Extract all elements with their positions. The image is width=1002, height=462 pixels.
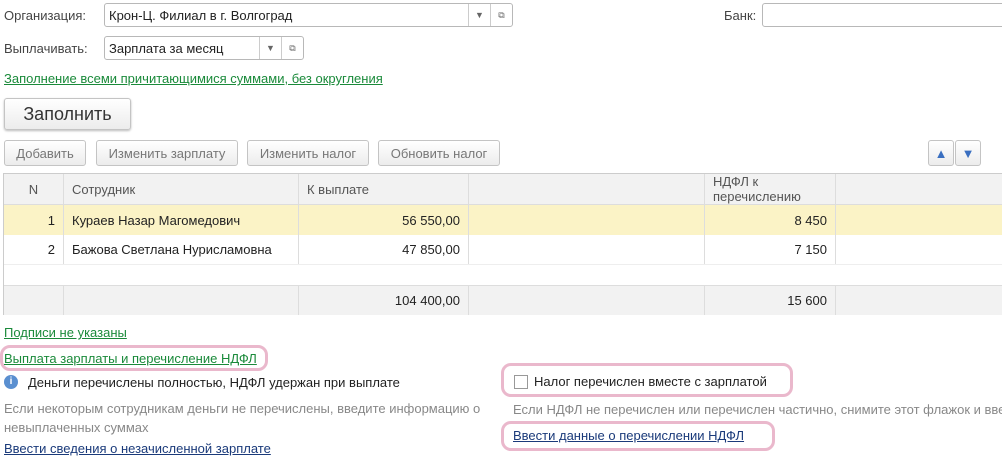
header-amount[interactable]: К выплате: [299, 174, 469, 204]
header-ndfl[interactable]: НДФЛ к перечислению: [705, 174, 836, 204]
move-down-button[interactable]: ▼: [955, 140, 981, 166]
cell-empty: [469, 205, 705, 235]
info-text: Деньги перечислены полностью, НДФЛ удерж…: [28, 375, 400, 390]
arrow-up-icon: ▲: [934, 145, 948, 161]
hint-right: Если НДФЛ не перечислен или перечислен ч…: [513, 402, 1002, 417]
open-icon[interactable]: ⧉: [281, 37, 303, 59]
update-tax-button[interactable]: Обновить налог: [378, 140, 500, 166]
total-amount: 104 400,00: [299, 286, 469, 315]
header-n[interactable]: N: [4, 174, 64, 204]
pay-label: Выплачивать:: [4, 41, 88, 56]
employees-table: N Сотрудник К выплате НДФЛ к перечислени…: [3, 173, 1002, 315]
pay-type-field[interactable]: Зарплата за месяц ▼ ⧉: [104, 36, 304, 60]
organization-value: Крон-Ц. Филиал в г. Волгоград: [109, 7, 293, 23]
header-empty: [469, 174, 705, 204]
tax-with-salary-checkbox[interactable]: Налог перечислен вместе с зарплатой: [514, 374, 767, 389]
bank-label: Банк:: [724, 8, 757, 23]
signatures-link[interactable]: Подписи не указаны: [4, 325, 127, 340]
footer-empty: [64, 286, 299, 315]
move-up-button[interactable]: ▲: [928, 140, 954, 166]
table-row[interactable]: 2 Бажова Светлана Нурисламовна 47 850,00…: [4, 235, 1002, 265]
footer-empty: [469, 286, 705, 315]
info-icon: i: [4, 375, 18, 389]
organization-label: Организация:: [4, 8, 87, 23]
unpaid-salary-link[interactable]: Ввести сведения о незачисленной зарплате: [4, 441, 271, 456]
cell-amount: 47 850,00: [299, 235, 469, 264]
chevron-down-icon[interactable]: ▼: [468, 4, 490, 26]
ndfl-transfer-link[interactable]: Ввести данные о перечислении НДФЛ: [513, 428, 744, 443]
cell-employee: Кураев Назар Магомедович: [64, 205, 299, 235]
cell-n: 2: [4, 235, 64, 264]
cell-ndfl: 7 150: [705, 235, 836, 264]
change-tax-button[interactable]: Изменить налог: [247, 140, 369, 166]
footer-empty: [4, 286, 64, 315]
table-footer: 104 400,00 15 600: [4, 285, 1002, 315]
cell-amount: 56 550,00: [299, 205, 469, 235]
change-salary-button[interactable]: Изменить зарплату: [96, 140, 238, 166]
cell-n: 1: [4, 205, 64, 235]
cell-ndfl: 8 450: [705, 205, 836, 235]
checkbox-box[interactable]: [514, 374, 528, 389]
bank-field[interactable]: [762, 3, 1002, 27]
fill-button[interactable]: Заполнить: [4, 98, 131, 130]
hint-left: Если некоторым сотрудникам деньги не пер…: [4, 401, 481, 435]
table-header: N Сотрудник К выплате НДФЛ к перечислени…: [4, 174, 1002, 205]
arrow-down-icon: ▼: [961, 145, 975, 161]
cell-employee: Бажова Светлана Нурисламовна: [64, 235, 299, 264]
checkbox-label: Налог перечислен вместе с зарплатой: [534, 374, 767, 389]
fill-mode-link[interactable]: Заполнение всеми причитающимися суммами,…: [4, 71, 383, 86]
chevron-down-icon[interactable]: ▼: [259, 37, 281, 59]
organization-field[interactable]: Крон-Ц. Филиал в г. Волгоград ▼ ⧉: [104, 3, 513, 27]
payout-link[interactable]: Выплата зарплаты и перечисление НДФЛ: [4, 351, 257, 366]
pay-type-value: Зарплата за месяц: [109, 40, 224, 56]
cell-empty: [469, 235, 705, 264]
table-row[interactable]: 1 Кураев Назар Магомедович 56 550,00 8 4…: [4, 205, 1002, 235]
total-ndfl: 15 600: [705, 286, 836, 315]
add-button[interactable]: Добавить: [4, 140, 86, 166]
open-icon[interactable]: ⧉: [490, 4, 512, 26]
header-employee[interactable]: Сотрудник: [64, 174, 299, 204]
